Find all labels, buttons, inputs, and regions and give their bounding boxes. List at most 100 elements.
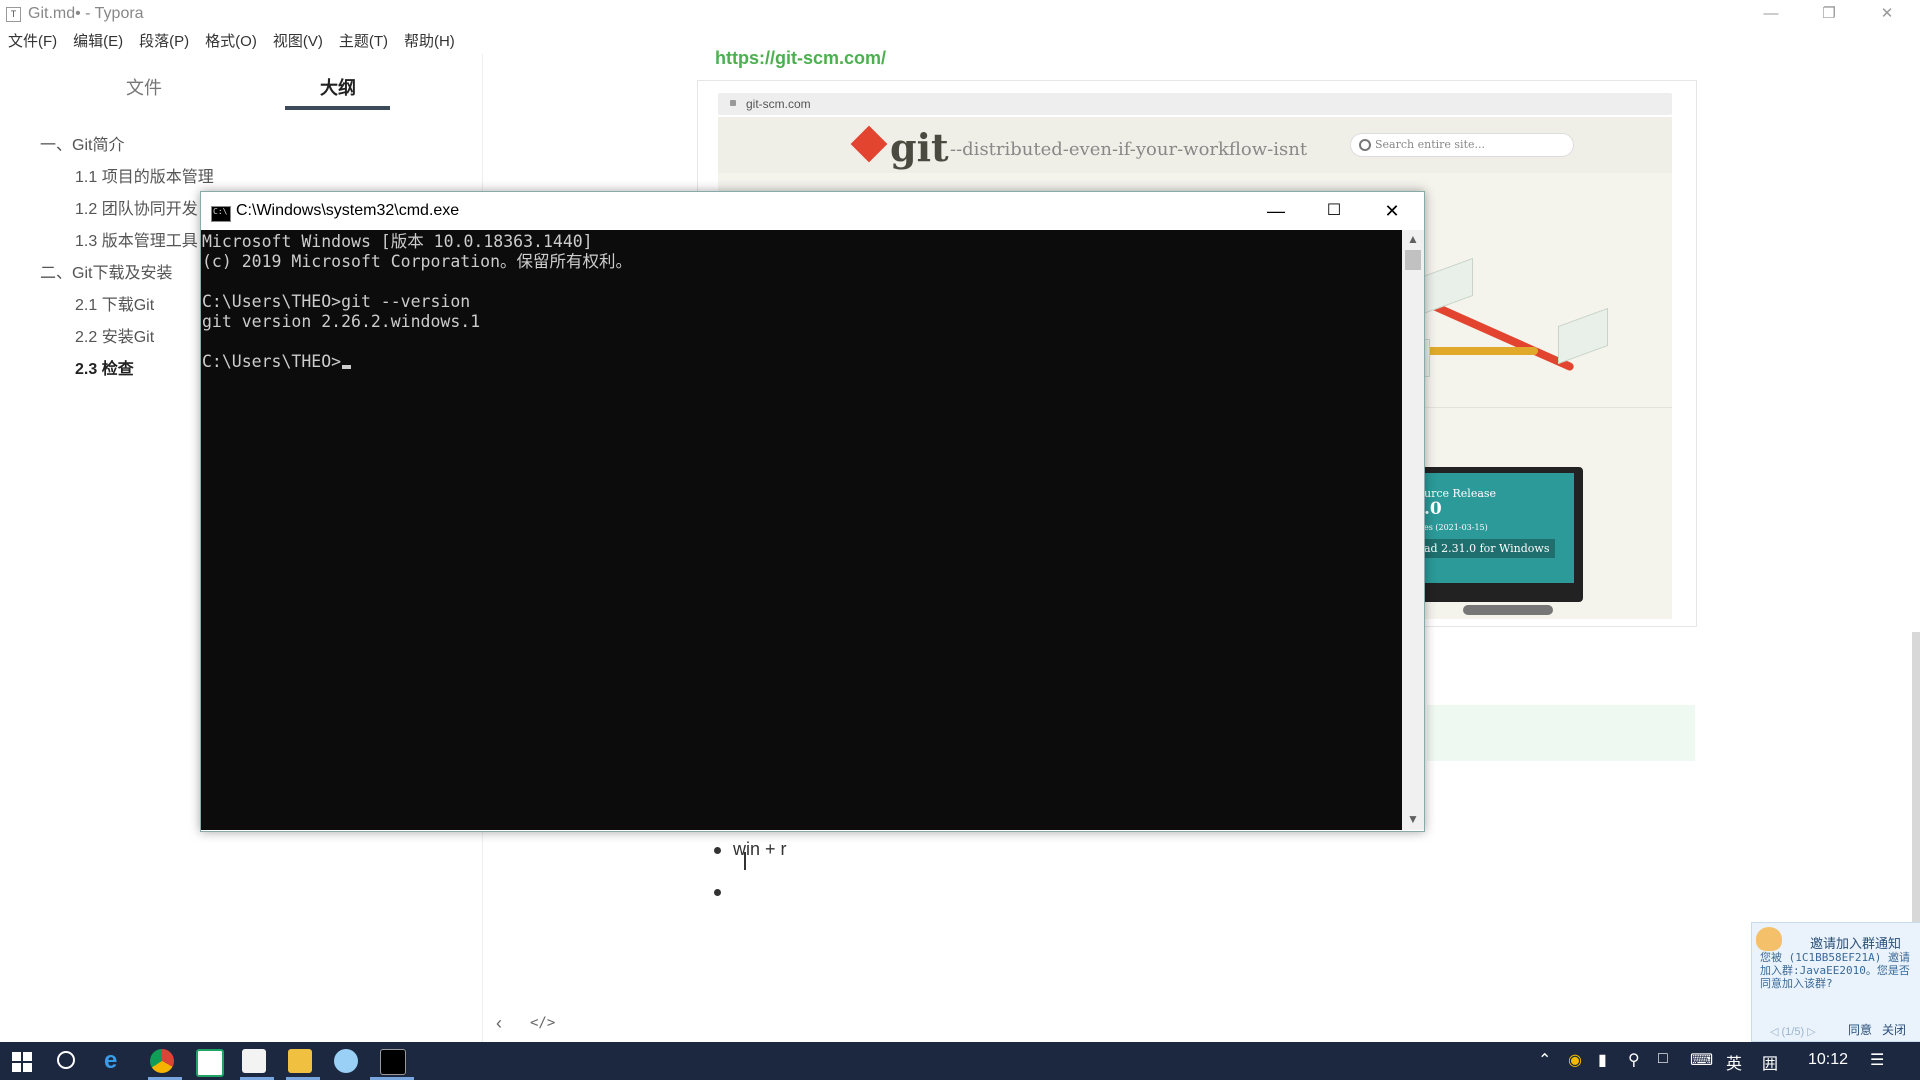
git-tagline: --distributed-even-if-your-workflow-isnt xyxy=(950,139,1308,160)
callout-block xyxy=(1427,705,1695,761)
cmd-title: C:\Windows\system32\cmd.exe xyxy=(236,202,460,219)
qq-notice-title: 邀请加入群通知 xyxy=(1810,936,1902,951)
commit-stack-icon xyxy=(1423,257,1473,315)
source-code-icon[interactable]: </> xyxy=(530,1015,555,1031)
download-windows-button: ad 2.31.0 for Windows xyxy=(1424,539,1556,558)
microphone-icon[interactable]: ▮ xyxy=(1598,1050,1607,1070)
active-tab-indicator xyxy=(285,106,390,110)
console-line: Microsoft Windows [版本 10.0.18363.1440] xyxy=(202,232,593,251)
bullet-item-win-r[interactable]: win + r xyxy=(733,839,787,860)
cmd-scroll-thumb[interactable] xyxy=(1405,250,1421,270)
git-scm-link[interactable]: https://git-scm.com/ xyxy=(715,48,886,69)
console-prompt: C:\Users\THEO> xyxy=(202,352,342,371)
window-title: Git.md• - Typora xyxy=(28,5,144,22)
notepad-plus-icon[interactable] xyxy=(196,1049,224,1077)
cmd-minimize-button[interactable]: — xyxy=(1247,197,1305,225)
editor-scrollbar[interactable] xyxy=(1912,632,1920,922)
keyboard-icon[interactable]: ⌨ xyxy=(1690,1050,1713,1070)
outline-item-2-3[interactable]: 2.3 检查 xyxy=(75,355,134,379)
site-search-placeholder: Search entire site... xyxy=(1375,138,1485,151)
network-icon[interactable]: □ xyxy=(1658,1050,1668,1068)
title-bar: T Git.md• - Typora — ❐ ✕ xyxy=(0,0,1920,28)
outline-item-2-1[interactable]: 2.1 下载Git xyxy=(75,291,154,315)
console-line: git version 2.26.2.windows.1 xyxy=(202,312,481,331)
menu-paragraph[interactable]: 段落(P) xyxy=(131,30,197,54)
tray-app-icon[interactable]: ◉ xyxy=(1568,1050,1582,1070)
close-button[interactable]: ✕ xyxy=(1858,0,1916,28)
console-line: (c) 2019 Microsoft Corporation。保留所有权利。 xyxy=(202,252,633,271)
site-search-box: Search entire site... xyxy=(1350,133,1574,157)
qq-notice-body: 您被 (1C1BB58EF21A) 邀请加入群:JavaEE2010。您是否同意… xyxy=(1760,951,1910,990)
minimize-button[interactable]: — xyxy=(1742,0,1800,28)
outline-item-2-2[interactable]: 2.2 安装Git xyxy=(75,323,154,347)
git-logo-icon xyxy=(850,125,888,163)
taskbar-clock[interactable]: 10:12 xyxy=(1808,1051,1848,1069)
console-line: C:\Users\THEO>git --version xyxy=(202,292,471,311)
console-output[interactable]: Microsoft Windows [版本 10.0.18363.1440] (… xyxy=(201,230,1402,830)
outline-item-git-intro[interactable]: 一、Git简介 xyxy=(40,131,124,155)
menu-view[interactable]: 视图(V) xyxy=(265,30,331,54)
menu-theme[interactable]: 主题(T) xyxy=(331,30,396,54)
cmd-window: C:\ C:\Windows\system32\cmd.exe — ☐ ✕ Mi… xyxy=(200,191,1425,832)
monitor-screen: urce Release .0 es (2021-03-15) ad 2.31.… xyxy=(1424,473,1574,583)
cmd-maximize-button[interactable]: ☐ xyxy=(1305,197,1363,225)
outline-item-1-2[interactable]: 1.2 团队协同开发 xyxy=(75,195,198,219)
edge-browser-icon[interactable]: e xyxy=(104,1049,128,1073)
chrome-icon[interactable] xyxy=(150,1049,174,1073)
outline-item-1-3[interactable]: 1.3 版本管理工具 xyxy=(75,227,198,251)
release-version: .0 xyxy=(1424,499,1442,519)
qq-taskbar-icon[interactable] xyxy=(334,1049,358,1073)
bullet-dot xyxy=(714,889,721,896)
browser-url: git-scm.com xyxy=(746,97,811,111)
usb-icon[interactable]: ⚲ xyxy=(1628,1050,1640,1070)
tab-outline[interactable]: 大纲 xyxy=(286,74,390,100)
menu-bar: 文件(F) 编辑(E) 段落(P) 格式(O) 视图(V) 主题(T) 帮助(H… xyxy=(0,30,463,54)
menu-file[interactable]: 文件(F) xyxy=(0,30,65,54)
qq-avatar-icon xyxy=(1756,927,1782,951)
cmd-close-button[interactable]: ✕ xyxy=(1363,197,1421,225)
scroll-down-icon[interactable]: ▼ xyxy=(1402,812,1424,826)
tray-chevron-up-icon[interactable]: ⌃ xyxy=(1538,1050,1551,1070)
search-icon[interactable] xyxy=(57,1051,75,1069)
text-cursor-ibeam-icon xyxy=(744,852,746,870)
chevron-left-icon[interactable]: ‹ xyxy=(496,1013,502,1034)
cmd-taskbar-icon[interactable] xyxy=(380,1049,406,1075)
notification-center-icon[interactable]: ☰ xyxy=(1870,1050,1884,1070)
browser-url-bar: git-scm.com xyxy=(718,93,1672,115)
git-logo-text: git xyxy=(890,125,949,170)
file-explorer-icon[interactable] xyxy=(288,1049,312,1073)
search-icon xyxy=(1359,139,1371,151)
qq-notice-footer: ◁ (1/5) ▷ 同意 关闭 xyxy=(1752,1021,1920,1041)
menu-edit[interactable]: 编辑(E) xyxy=(65,30,131,54)
outline-item-1-1[interactable]: 1.1 项目的版本管理 xyxy=(75,163,214,187)
typora-taskbar-icon[interactable] xyxy=(242,1049,266,1073)
bullet-item-empty[interactable] xyxy=(733,881,743,901)
qq-pager[interactable]: ◁ (1/5) ▷ xyxy=(1770,1025,1816,1038)
ime-mode-indicator[interactable]: 囲 xyxy=(1762,1050,1778,1074)
console-cursor xyxy=(342,365,352,369)
cmd-app-icon: C:\ xyxy=(211,206,231,222)
qq-close-button[interactable]: 关闭 xyxy=(1882,1021,1906,1038)
outline-item-git-install[interactable]: 二、Git下载及安装 xyxy=(40,259,172,283)
cmd-scrollbar[interactable]: ▲ ▼ xyxy=(1402,230,1424,830)
cmd-icon-text: C:\ xyxy=(213,207,228,216)
tab-files[interactable]: 文件 xyxy=(92,74,196,100)
windows-start-icon[interactable] xyxy=(12,1052,32,1072)
monitor-illustration: urce Release .0 es (2021-03-15) ad 2.31.… xyxy=(1418,467,1583,602)
menu-help[interactable]: 帮助(H) xyxy=(396,30,463,54)
ime-language-indicator[interactable]: 英 xyxy=(1726,1050,1742,1074)
monitor-stand xyxy=(1463,605,1553,615)
restore-button[interactable]: ❐ xyxy=(1800,0,1858,28)
bullet-dot xyxy=(714,847,721,854)
qq-group-invite-popup: 邀请加入群通知 您被 (1C1BB58EF21A) 邀请加入群:JavaEE20… xyxy=(1751,922,1920,1042)
scroll-up-icon[interactable]: ▲ xyxy=(1402,232,1424,246)
lock-icon xyxy=(730,100,736,106)
branch-line-yellow xyxy=(1418,347,1538,355)
cmd-title-bar[interactable]: C:\ C:\Windows\system32\cmd.exe — ☐ ✕ xyxy=(201,192,1424,230)
commit-stack-icon xyxy=(1558,307,1608,365)
menu-format[interactable]: 格式(O) xyxy=(197,30,265,54)
qq-accept-button[interactable]: 同意 xyxy=(1848,1021,1872,1038)
typora-app-icon: T xyxy=(6,7,21,22)
release-date: es (2021-03-15) xyxy=(1424,523,1488,532)
git-site-header: git --distributed-even-if-your-workflow-… xyxy=(718,117,1672,173)
